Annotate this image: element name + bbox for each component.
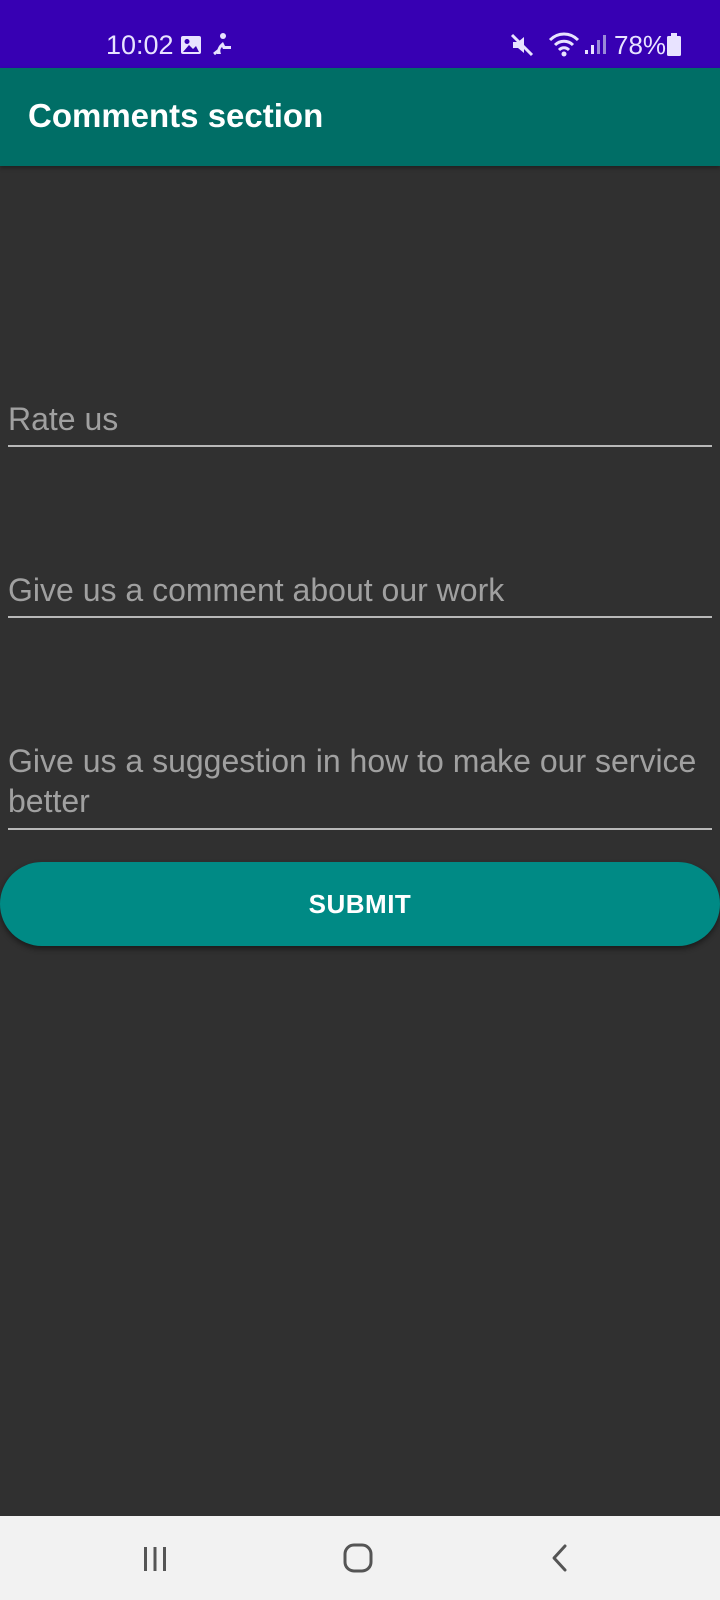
rate-field[interactable]: Rate us [8, 399, 712, 447]
recent-apps-icon[interactable] [140, 1546, 170, 1572]
mute-icon [510, 33, 534, 57]
battery-icon [667, 33, 681, 56]
status-time: 10:02 [106, 30, 174, 60]
signal-icon [585, 35, 606, 54]
battery-percent: 78% [614, 30, 667, 60]
wifi-icon [548, 32, 580, 57]
gallery-icon [181, 36, 201, 54]
app-bar: Comments section [0, 68, 720, 166]
status-bar: 10:02 78% [0, 0, 720, 68]
page-title: Comments section [28, 97, 324, 134]
back-icon[interactable] [548, 1543, 572, 1573]
comment-field[interactable]: Give us a comment about our work [8, 570, 712, 618]
activity-icon [213, 33, 231, 56]
home-icon[interactable] [343, 1543, 373, 1573]
suggestion-field[interactable]: Give us a suggestion in how to make our … [8, 741, 712, 830]
navigation-bar [0, 1516, 720, 1600]
submit-button[interactable]: SUBMIT [0, 862, 720, 946]
